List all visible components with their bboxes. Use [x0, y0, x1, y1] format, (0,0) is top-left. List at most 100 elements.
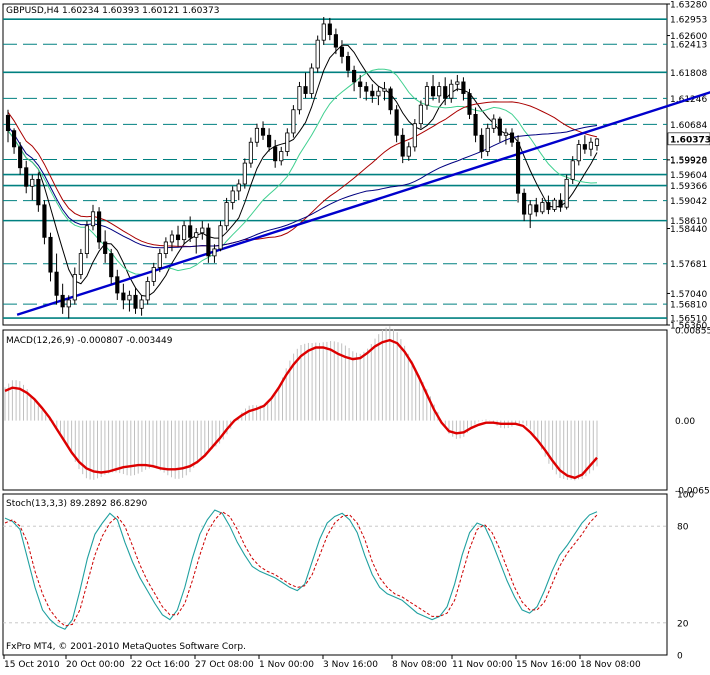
candle-body-22	[139, 299, 144, 309]
time-label-1: 20 Oct 00:00	[66, 660, 125, 670]
candle-body-28	[175, 234, 181, 241]
candle-body-78	[479, 134, 484, 152]
candle-body-88	[540, 202, 545, 213]
candle-47	[291, 105, 296, 138]
candle-body-73	[449, 83, 454, 99]
time-label-8: 15 Nov 16:00	[516, 660, 577, 670]
symbol-header: GBPUSD,H4 1.60234 1.60393 1.60121 1.6037…	[6, 6, 219, 16]
candle-body-29	[182, 225, 187, 241]
candle-92	[564, 174, 569, 210]
level-label-7: 1.59366	[670, 182, 707, 192]
candle-body-5	[36, 178, 41, 206]
candle-body-38	[236, 183, 241, 192]
candle-body-15	[97, 211, 102, 243]
candle-body-23	[145, 280, 150, 301]
candle-body-96	[588, 141, 593, 150]
price-tick-3: 1.58440	[670, 225, 707, 235]
candle-84	[515, 135, 521, 203]
candle-79	[485, 123, 490, 157]
candle-body-32	[200, 227, 205, 234]
candle-body-42	[260, 127, 266, 136]
candle-body-11	[72, 274, 77, 301]
candle-body-80	[491, 118, 496, 129]
candle-body-81	[497, 118, 502, 136]
candle-body-51	[315, 39, 320, 69]
candle-body-64	[394, 109, 399, 136]
candle-body-94	[576, 144, 581, 162]
candle-body-75	[461, 81, 466, 94]
candle-body-18	[115, 276, 120, 294]
candle-body-8	[54, 271, 59, 296]
candle-body-37	[230, 190, 235, 203]
time-label-2: 22 Oct 16:00	[131, 660, 190, 670]
candle-body-19	[121, 292, 126, 301]
candle-body-17	[109, 253, 114, 278]
candle-body-0	[5, 114, 11, 132]
level-label-10: 1.57681	[670, 260, 707, 270]
time-label-7: 11 Nov 00:00	[452, 660, 513, 670]
candle-body-66	[406, 146, 411, 157]
current-price-label: 1.60373	[670, 135, 710, 145]
macd-tick-1: 0.00	[675, 417, 695, 427]
candle-body-61	[376, 90, 381, 97]
time-label-5: 3 Nov 16:00	[323, 660, 378, 670]
candle-body-92	[564, 178, 569, 208]
candle-body-10	[66, 299, 71, 308]
candle-body-13	[84, 225, 90, 254]
candle-35	[218, 221, 223, 252]
candle-body-59	[364, 86, 369, 92]
candle-body-82	[503, 132, 508, 136]
candle-40	[248, 137, 253, 168]
mt4-chart-window[interactable]: 1.629531.624131.618081.612461.606841.599…	[0, 0, 710, 671]
candle-body-89	[546, 202, 551, 210]
level-label-6: 1.59604	[670, 171, 707, 181]
candle-body-1	[12, 130, 17, 148]
candle-body-68	[418, 104, 423, 125]
candle-6	[42, 200, 47, 245]
candle-body-20	[127, 294, 132, 301]
candle-body-46	[285, 132, 290, 152]
stoch-tick-1: 80	[677, 523, 689, 533]
candle-body-6	[42, 204, 47, 238]
candle-body-69	[424, 86, 430, 106]
stoch-tick-3: 0	[677, 652, 683, 662]
stoch-tick-2: 20	[677, 619, 689, 629]
candle-body-91	[558, 199, 563, 208]
price-tick-1: 1.62600	[670, 32, 707, 42]
candle-body-77	[473, 114, 478, 136]
candle-body-50	[309, 67, 314, 94]
macd-label: MACD(12,26,9) -0.000807 -0.003449	[6, 336, 173, 346]
candle-body-4	[30, 178, 35, 187]
candle-body-54	[333, 34, 338, 48]
candle-body-47	[291, 109, 296, 134]
candle-body-83	[509, 132, 515, 143]
time-label-6: 8 Nov 08:00	[392, 660, 447, 670]
candle-body-31	[194, 232, 199, 238]
candle-body-58	[358, 81, 363, 87]
candle-body-71	[437, 86, 442, 97]
price-tick-0: 1.63280	[670, 1, 707, 11]
candle-body-57	[352, 69, 357, 83]
candle-body-74	[455, 81, 460, 85]
candle-body-24	[151, 267, 156, 282]
candle-48	[297, 81, 302, 115]
candle-body-35	[218, 225, 223, 250]
candle-body-36	[224, 202, 229, 227]
candle-body-43	[267, 134, 272, 148]
candle-body-85	[522, 192, 527, 215]
candle-body-65	[400, 134, 405, 157]
candle-body-62	[382, 88, 387, 92]
candle-13	[84, 221, 90, 259]
candle-body-25	[157, 253, 162, 268]
candle-body-3	[24, 167, 29, 187]
candle-body-41	[254, 127, 260, 143]
candle-12	[78, 248, 83, 280]
candle-body-56	[345, 56, 351, 71]
chart-canvas[interactable]: 1.629531.624131.618081.612461.606841.599…	[0, 0, 710, 671]
level-label-0: 1.62953	[670, 16, 707, 26]
price-tick-4: 1.57040	[670, 290, 707, 300]
candle-body-14	[90, 211, 96, 227]
candle-body-16	[103, 241, 108, 254]
candle-body-84	[515, 141, 521, 194]
candle-body-52	[321, 23, 326, 41]
